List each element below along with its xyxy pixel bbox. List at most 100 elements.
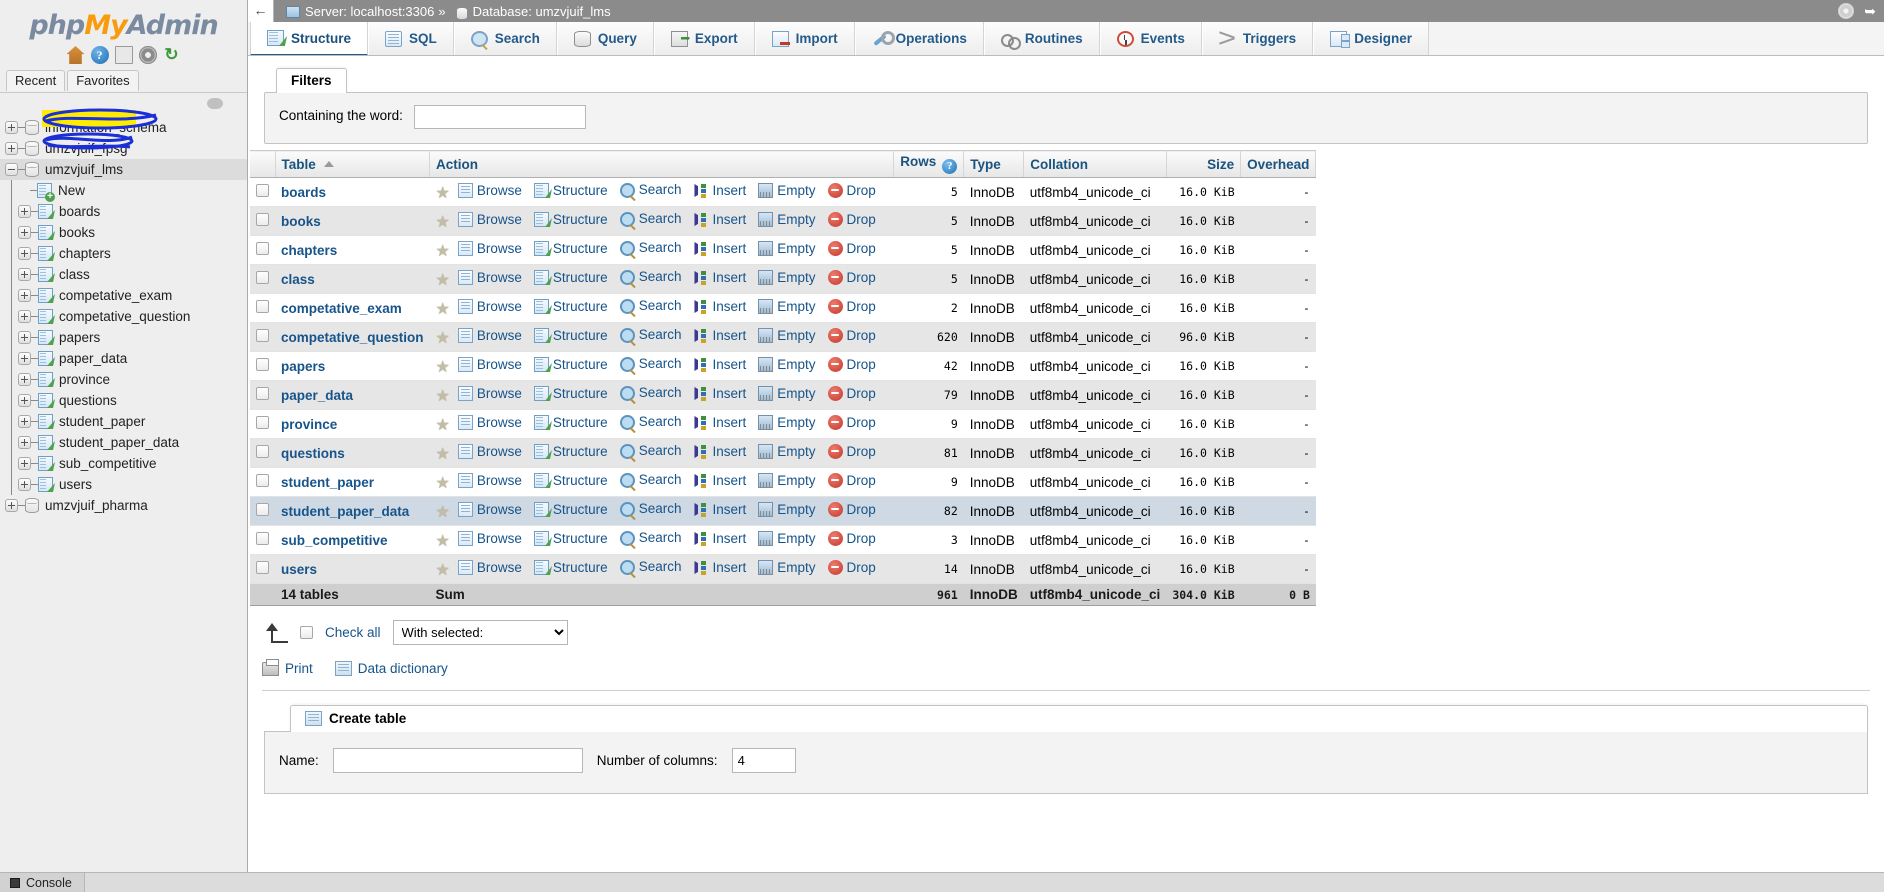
table-row[interactable]: papers ★ Browse Structure Search Insert Empty D…: [250, 351, 1316, 381]
row-checkbox[interactable]: [256, 242, 269, 255]
favorite-star-icon[interactable]: ★: [436, 214, 450, 231]
action-search[interactable]: Search: [619, 210, 681, 227]
tree-table-student_paper_data[interactable]: student_paper_data: [0, 432, 247, 453]
action-insert[interactable]: Insert: [693, 386, 746, 401]
action-structure[interactable]: Structure: [533, 241, 608, 256]
tab-search[interactable]: Search: [453, 22, 557, 55]
header-size[interactable]: Size: [1166, 150, 1242, 178]
action-insert[interactable]: Insert: [693, 241, 746, 256]
header-table[interactable]: Table: [275, 150, 431, 178]
action-drop[interactable]: Drop: [827, 241, 876, 256]
help-icon[interactable]: ?: [942, 159, 958, 174]
row-checkbox-cell[interactable]: [250, 177, 275, 207]
action-search[interactable]: Search: [619, 413, 681, 430]
action-structure[interactable]: Structure: [533, 299, 608, 314]
row-table-name[interactable]: books: [275, 206, 430, 236]
row-table-name[interactable]: student_paper_data: [275, 496, 430, 526]
row-checkbox[interactable]: [256, 532, 269, 545]
header-rows[interactable]: Rows?: [893, 150, 965, 178]
action-search[interactable]: Search: [619, 326, 681, 343]
tab-designer[interactable]: Designer: [1313, 22, 1429, 55]
row-checkbox-cell[interactable]: [250, 293, 275, 323]
row-checkbox-cell[interactable]: [250, 525, 275, 555]
action-browse[interactable]: Browse: [457, 299, 522, 314]
check-all-label[interactable]: Check all: [325, 625, 381, 640]
row-checkbox[interactable]: [256, 213, 269, 226]
expand-icon[interactable]: [18, 268, 31, 281]
expand-icon[interactable]: [5, 499, 18, 512]
favorite-star-icon[interactable]: ★: [436, 504, 450, 521]
row-table-name[interactable]: sub_competitive: [275, 525, 430, 555]
table-row[interactable]: student_paper ★ Browse Structure Search Inser…: [250, 467, 1316, 497]
row-checkbox[interactable]: [256, 387, 269, 400]
action-browse[interactable]: Browse: [457, 415, 522, 430]
action-insert[interactable]: Insert: [693, 270, 746, 285]
settings-gear-icon[interactable]: [1838, 3, 1855, 19]
back-button[interactable]: ←: [248, 0, 274, 22]
action-drop[interactable]: Drop: [827, 328, 876, 343]
action-browse[interactable]: Browse: [457, 444, 522, 459]
action-search[interactable]: Search: [619, 500, 681, 517]
row-checkbox-cell[interactable]: [250, 467, 275, 497]
action-search[interactable]: Search: [619, 268, 681, 285]
action-browse[interactable]: Browse: [457, 560, 522, 575]
action-browse[interactable]: Browse: [457, 502, 522, 517]
row-table-name[interactable]: papers: [275, 351, 430, 381]
table-row[interactable]: class ★ Browse Structure Search Insert Empty Dr…: [250, 264, 1316, 294]
action-structure[interactable]: Structure: [533, 357, 608, 372]
settings-gear-icon[interactable]: [138, 46, 157, 64]
collapse-icon[interactable]: [5, 163, 18, 176]
action-browse[interactable]: Browse: [457, 328, 522, 343]
action-structure[interactable]: Structure: [533, 386, 608, 401]
check-all-checkbox[interactable]: [300, 626, 313, 639]
tree-table-competative_question[interactable]: competative_question: [0, 306, 247, 327]
favorite-star-icon[interactable]: ★: [436, 301, 450, 318]
favorite-star-icon[interactable]: ★: [436, 185, 450, 202]
action-empty[interactable]: Empty: [758, 472, 816, 488]
table-row[interactable]: books ★ Browse Structure Search Insert Empty Dr…: [250, 206, 1316, 236]
row-checkbox[interactable]: [256, 445, 269, 458]
header-overhead[interactable]: Overhead: [1240, 150, 1317, 178]
action-structure[interactable]: Structure: [533, 473, 608, 488]
action-empty[interactable]: Empty: [758, 298, 816, 314]
tab-query[interactable]: Query: [556, 22, 654, 55]
action-insert[interactable]: Insert: [693, 531, 746, 546]
row-checkbox-cell[interactable]: [250, 322, 275, 352]
table-row[interactable]: boards ★ Browse Structure Search Insert Empty D…: [250, 177, 1316, 207]
tree-table-boards[interactable]: boards: [0, 201, 247, 222]
action-drop[interactable]: Drop: [827, 415, 876, 430]
action-empty[interactable]: Empty: [758, 327, 816, 343]
action-search[interactable]: Search: [619, 181, 681, 198]
row-checkbox[interactable]: [256, 184, 269, 197]
action-insert[interactable]: Insert: [693, 502, 746, 517]
table-row[interactable]: province ★ Browse Structure Search Insert Empt…: [250, 409, 1316, 439]
action-drop[interactable]: Drop: [827, 357, 876, 372]
action-empty[interactable]: Empty: [758, 211, 816, 227]
help-icon[interactable]: ?: [90, 46, 109, 64]
row-table-name[interactable]: student_paper: [275, 467, 430, 497]
row-checkbox-cell[interactable]: [250, 206, 275, 236]
row-checkbox[interactable]: [256, 358, 269, 371]
table-row[interactable]: competative_exam ★ Browse Structure Search In…: [250, 293, 1316, 323]
tab-import[interactable]: Import: [754, 22, 855, 55]
row-checkbox[interactable]: [256, 329, 269, 342]
action-structure[interactable]: Structure: [533, 502, 608, 517]
action-search[interactable]: Search: [619, 239, 681, 256]
row-table-name[interactable]: paper_data: [275, 380, 430, 410]
header-collation[interactable]: Collation: [1023, 150, 1167, 178]
tree-table-books[interactable]: books: [0, 222, 247, 243]
row-table-name[interactable]: chapters: [275, 235, 430, 265]
row-checkbox[interactable]: [256, 561, 269, 574]
tab-events[interactable]: Events: [1099, 22, 1202, 55]
row-table-name[interactable]: questions: [275, 438, 430, 468]
tree-table-questions[interactable]: questions: [0, 390, 247, 411]
expand-icon[interactable]: [18, 310, 31, 323]
favorite-star-icon[interactable]: ★: [436, 446, 450, 463]
action-empty[interactable]: Empty: [758, 356, 816, 372]
row-checkbox-cell[interactable]: [250, 235, 275, 265]
action-insert[interactable]: Insert: [693, 560, 746, 575]
row-table-name[interactable]: users: [275, 554, 430, 584]
action-insert[interactable]: Insert: [693, 183, 746, 198]
action-search[interactable]: Search: [619, 442, 681, 459]
header-type[interactable]: Type: [963, 150, 1025, 178]
